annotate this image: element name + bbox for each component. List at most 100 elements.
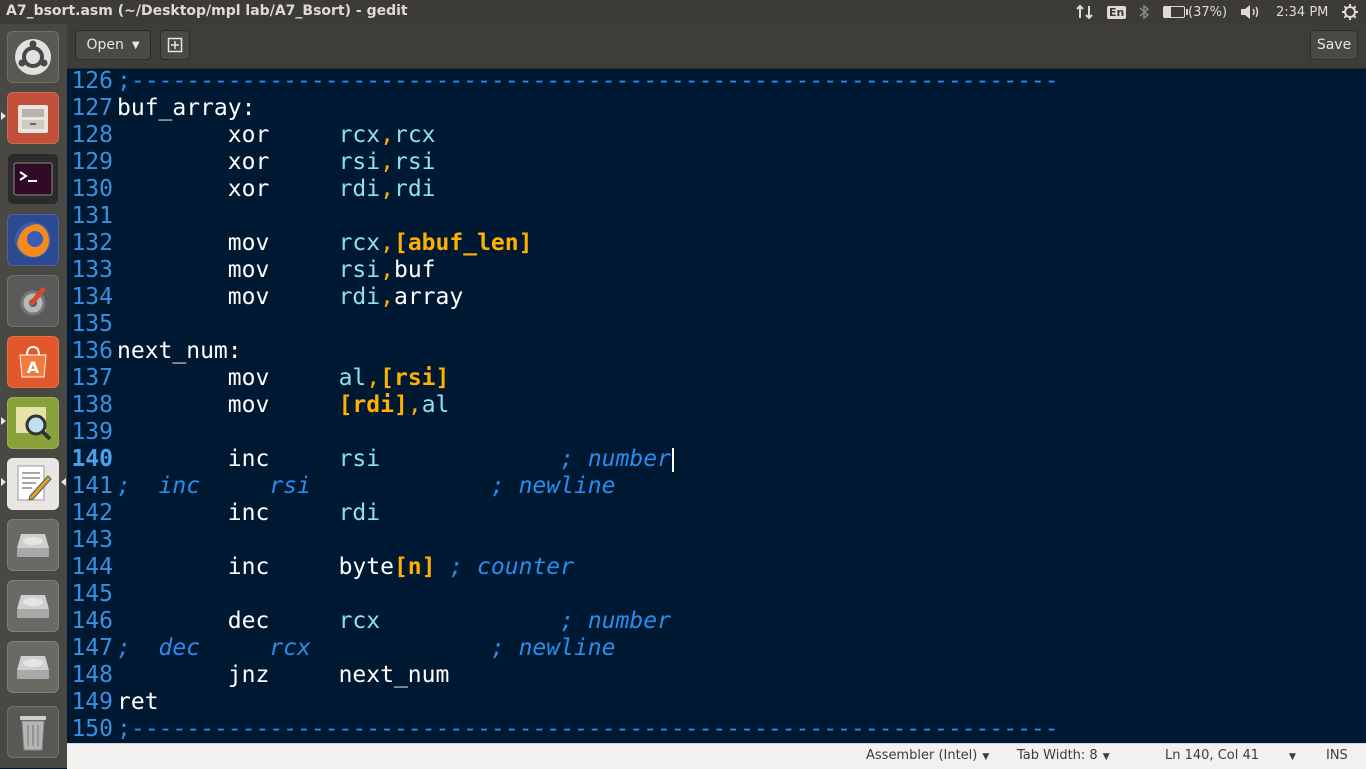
line-number: 133 [71, 257, 113, 283]
status-bar: Assembler (Intel) ▼ Tab Width: 8 ▼ Ln 140,… [67, 743, 1366, 769]
drive-icon[interactable] [7, 580, 59, 632]
line-number: 141 [71, 473, 113, 499]
code-line[interactable]: 150 ;------------------------------------… [67, 716, 1366, 743]
code-line[interactable]: 141; inc rsi ; newline [67, 473, 1366, 500]
line-number: 145 [71, 581, 113, 607]
code-line[interactable]: 147; dec rcx ; newline [67, 635, 1366, 662]
network-icon[interactable] [1076, 0, 1094, 24]
files-icon[interactable] [7, 92, 59, 144]
battery-percent: (37%) [1188, 4, 1228, 20]
header-bar: Open ▼ Save [67, 24, 1366, 69]
line-text: mov al,[rsi] [227, 365, 450, 391]
code-line[interactable]: 142 inc rdi [67, 500, 1366, 527]
running-indicator [1, 478, 6, 486]
line-text: xor rdi,rdi [227, 176, 436, 202]
line-text: next_num: [117, 338, 242, 364]
code-line[interactable]: 127 buf_array: [67, 95, 1366, 122]
volume-icon[interactable] [1239, 0, 1261, 24]
code-line[interactable]: 143 [67, 527, 1366, 554]
code-line[interactable]: 132 mov rcx,[abuf_len] [67, 230, 1366, 257]
line-number: 130 [71, 176, 113, 202]
language-selector[interactable]: Assembler (Intel) ▼ [866, 748, 989, 763]
chevron-down-icon: ▼ [131, 39, 140, 51]
tab-width-label: Tab Width: 8 [1017, 748, 1098, 763]
drive-icon[interactable] [7, 641, 59, 693]
code-line[interactable]: 138 mov [rdi],al [67, 392, 1366, 419]
line-number: 149 [71, 689, 113, 715]
line-number: 138 [71, 392, 113, 418]
line-text: mov rdi,array [227, 284, 464, 310]
code-line[interactable]: 129 xor rsi,rsi [67, 149, 1366, 176]
drive-icon[interactable] [7, 519, 59, 571]
line-text: ret [117, 689, 159, 715]
line-number: 128 [71, 122, 113, 148]
gear-icon[interactable] [1341, 0, 1359, 24]
line-text: xor rcx,rcx [227, 122, 436, 148]
code-line[interactable]: 146 dec rcx ; number [67, 608, 1366, 635]
code-line[interactable]: 126 ;------------------------------------… [67, 68, 1366, 95]
firefox-icon[interactable] [7, 214, 59, 266]
battery-indicator[interactable]: (37%) [1163, 0, 1227, 24]
system-settings-icon[interactable] [7, 275, 59, 327]
line-number: 134 [71, 284, 113, 310]
image-viewer-icon[interactable] [7, 397, 59, 449]
line-text: ; inc rsi ; newline [117, 473, 616, 499]
code-line[interactable]: 128 xor rcx,rcx [67, 122, 1366, 149]
chevron-down-icon: ▼ [982, 752, 990, 762]
code-line[interactable]: 131 [67, 203, 1366, 230]
chevron-down-icon[interactable]: ▼ [1284, 748, 1296, 763]
code-line[interactable]: 145 [67, 581, 1366, 608]
line-number: 132 [71, 230, 113, 256]
code-line[interactable]: 134 mov rdi,array [67, 284, 1366, 311]
line-text: xor rsi,rsi [227, 149, 436, 175]
line-number: 142 [71, 500, 113, 526]
ubuntu-dash-icon[interactable] [7, 31, 59, 83]
code-line[interactable]: 133 mov rsi,buf [67, 257, 1366, 284]
line-text: inc byte[n] ; counter [227, 554, 574, 580]
new-tab-button[interactable] [160, 30, 190, 60]
save-button[interactable]: Save [1310, 30, 1358, 60]
line-number: 140 [71, 446, 113, 472]
cursor-position-selector[interactable]: Ln 140, Col 41 [1165, 748, 1259, 763]
line-number: 150 [71, 716, 113, 742]
text-cursor [671, 447, 674, 472]
tab-width-selector[interactable]: Tab Width: 8 ▼ [1017, 748, 1110, 763]
line-text: dec rcx ; number [227, 608, 671, 634]
clock[interactable]: 2:34 PM [1276, 0, 1328, 24]
line-number: 139 [71, 419, 113, 445]
code-line[interactable]: 144 inc byte[n] ; counter [67, 554, 1366, 581]
line-number: 137 [71, 365, 113, 391]
code-line[interactable]: 135 [67, 311, 1366, 338]
code-line[interactable]: 136 next_num: [67, 338, 1366, 365]
line-number: 131 [71, 203, 113, 229]
code-line[interactable]: 130 xor rdi,rdi [67, 176, 1366, 203]
code-line[interactable]: 149 ret [67, 689, 1366, 716]
line-text: mov rcx,[abuf_len] [227, 230, 533, 256]
new-document-icon [167, 37, 183, 53]
svg-text:A: A [27, 358, 40, 377]
line-number: 148 [71, 662, 113, 688]
terminal-icon[interactable] [7, 153, 59, 205]
language-label: Assembler (Intel) [866, 748, 978, 763]
chevron-down-icon: ▼ [1102, 752, 1110, 762]
line-number: 136 [71, 338, 113, 364]
line-text: inc rsi ; number [117, 446, 674, 473]
bluetooth-icon[interactable] [1138, 0, 1150, 24]
text-editor[interactable]: 126 ;------------------------------------… [67, 68, 1366, 743]
code-line[interactable]: 148 jnz next_num [67, 662, 1366, 689]
keyboard-layout-indicator[interactable]: En [1107, 0, 1127, 24]
text-editor-icon[interactable] [7, 458, 59, 510]
code-line[interactable]: 139 [67, 419, 1366, 446]
line-number: 147 [71, 635, 113, 661]
code-line[interactable]: 140 inc rsi ; number [67, 446, 1366, 473]
code-line[interactable]: 137 mov al,[rsi] [67, 365, 1366, 392]
line-text: mov [rdi],al [227, 392, 450, 418]
insert-mode-label[interactable]: INS [1326, 748, 1348, 763]
line-text: buf_array: [117, 95, 256, 121]
line-number: 144 [71, 554, 113, 580]
open-button[interactable]: Open ▼ [75, 30, 151, 60]
line-number: 129 [71, 149, 113, 175]
software-center-icon[interactable]: A [7, 336, 59, 388]
line-text: ;---------------------------------------… [117, 68, 1059, 94]
trash-icon[interactable] [7, 706, 59, 758]
